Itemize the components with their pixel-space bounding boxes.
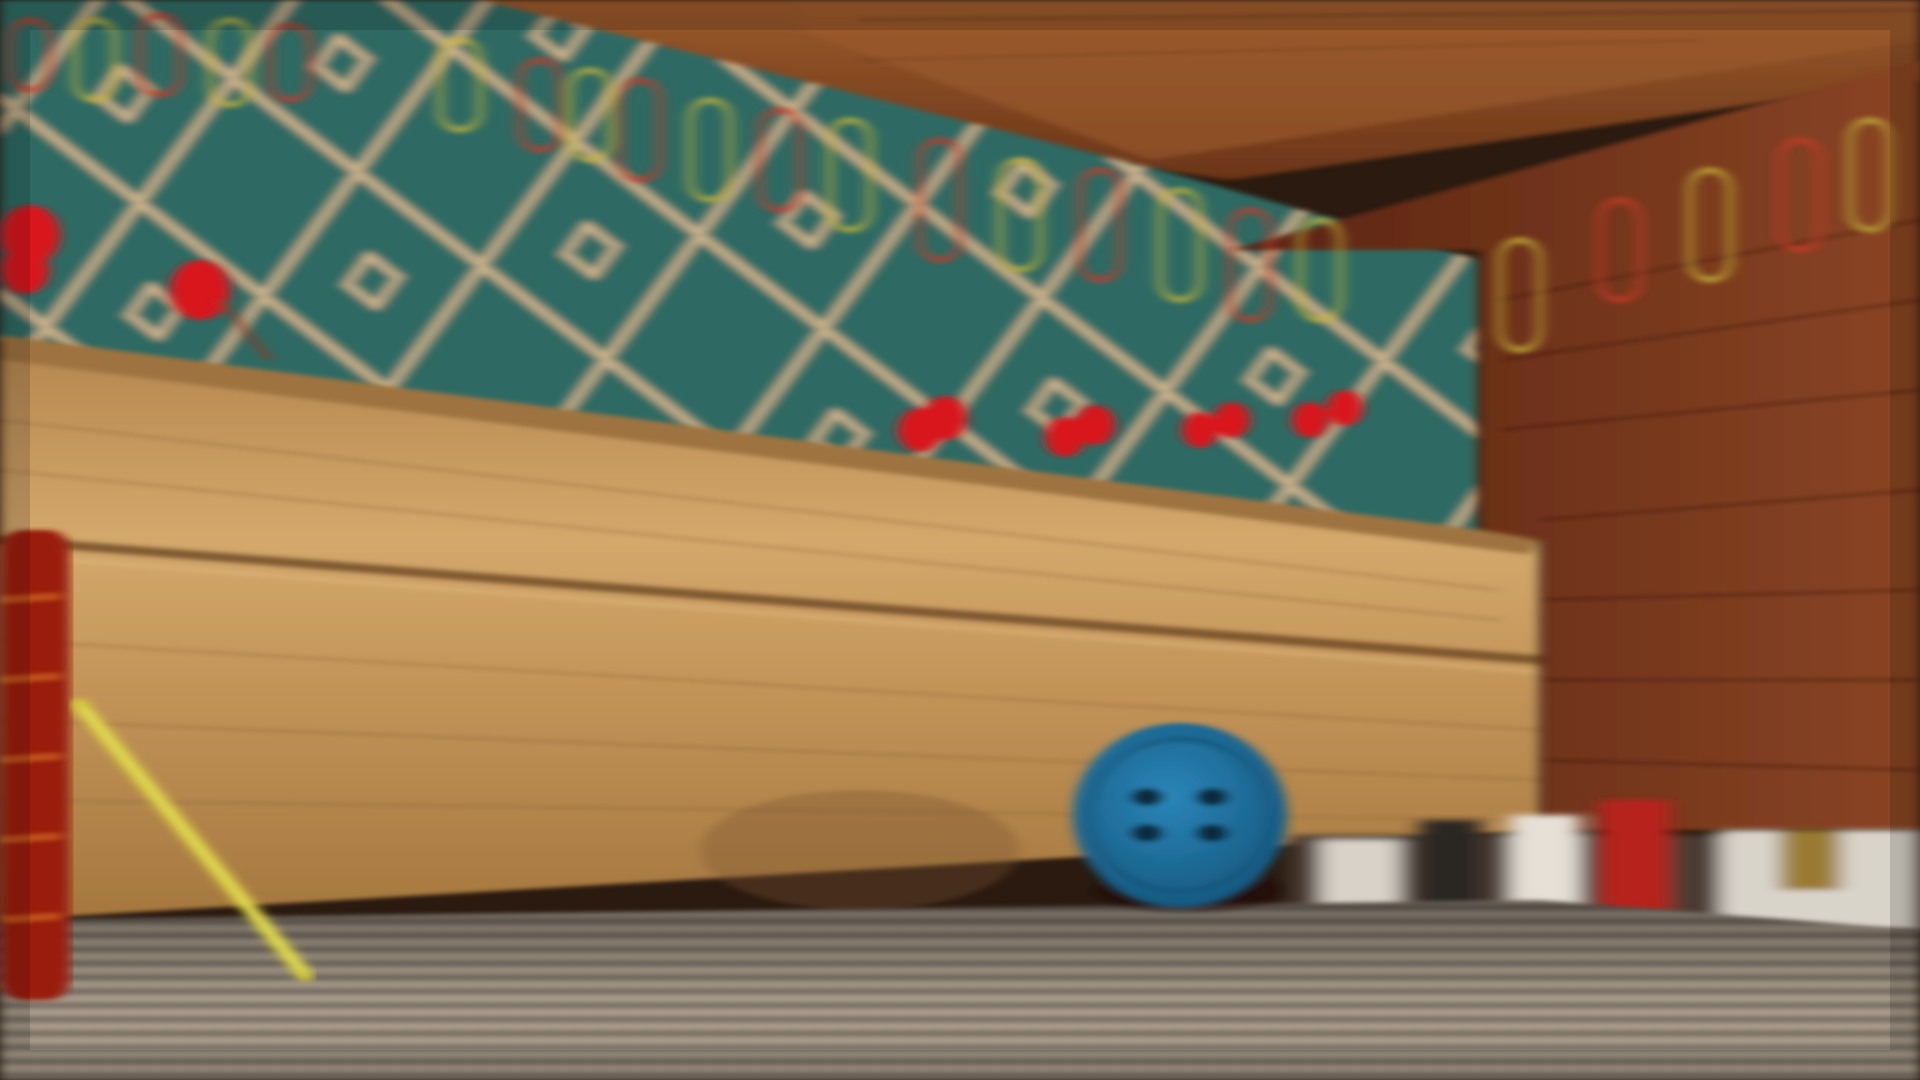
game-viewport[interactable] <box>0 0 1920 1080</box>
blue-sewing-button <box>1073 723 1287 912</box>
game-scene <box>0 0 1920 1080</box>
